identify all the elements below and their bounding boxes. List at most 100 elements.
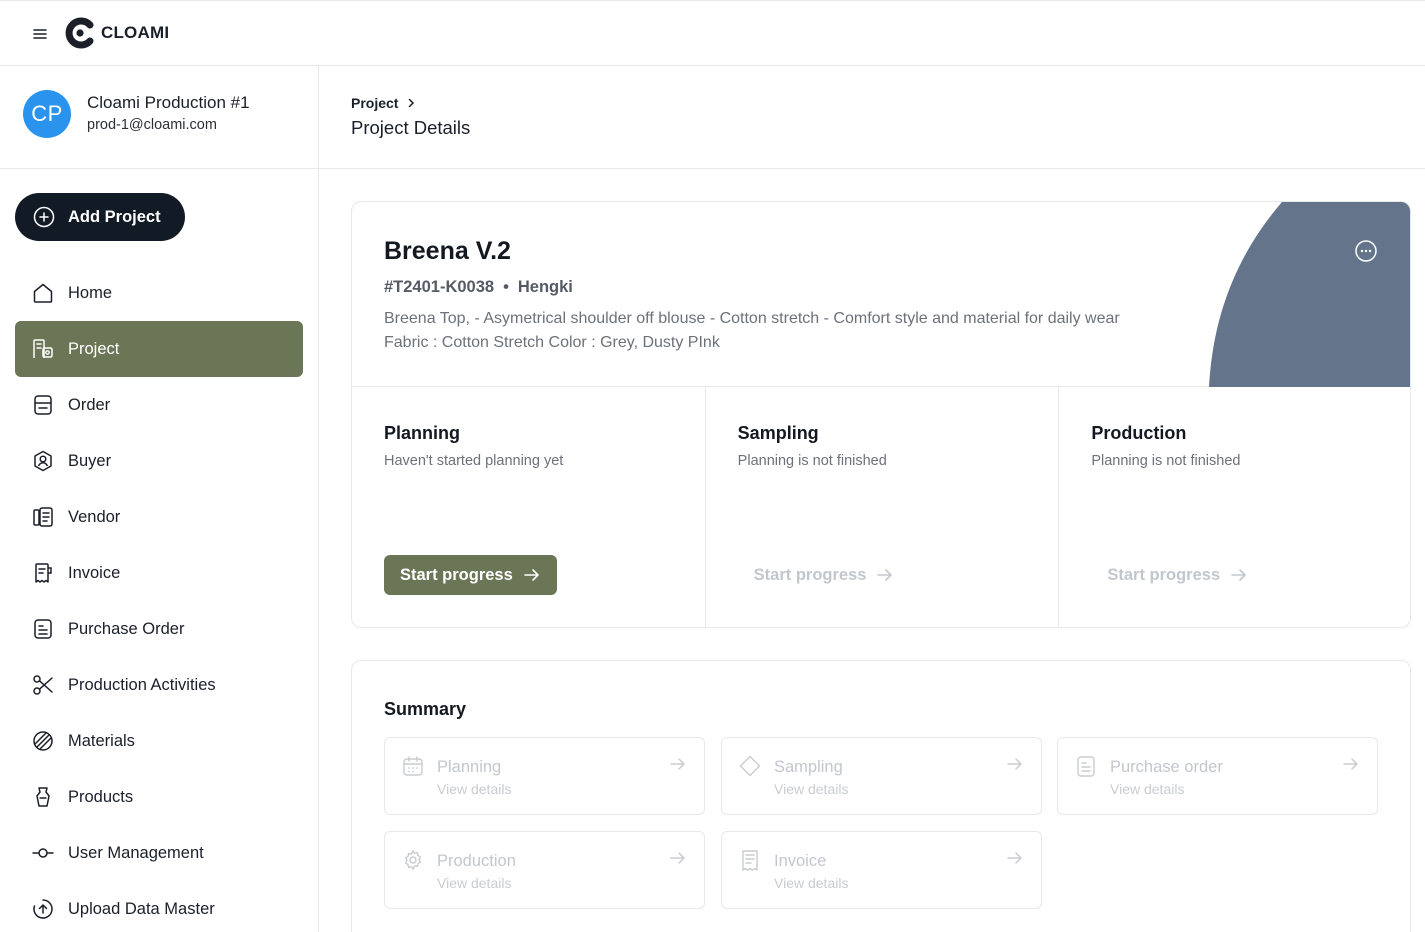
stage-planning: Planning Haven't started planning yet St… (352, 387, 705, 627)
project-description: Breena Top, - Asymetrical shoulder off b… (384, 310, 1120, 351)
stage-sampling: Sampling Planning is not finished Start … (704, 387, 1059, 627)
user-management-icon (32, 848, 54, 858)
stage-production: Production Planning is not finished Star… (1058, 387, 1410, 627)
tile-subtitle: View details (437, 781, 512, 797)
sidebar-item-materials[interactable]: Materials (15, 713, 303, 769)
home-icon (33, 283, 53, 303)
sidebar-item-label: Materials (68, 731, 135, 750)
stage-list: Planning Haven't started planning yet St… (352, 387, 1410, 627)
products-icon (36, 787, 50, 807)
gear-icon (404, 850, 422, 870)
buyer-icon (34, 450, 52, 472)
start-progress-label: Start progress (400, 565, 513, 584)
summary-section: Summary Planning View details Sampling V… (351, 660, 1411, 932)
sidebar-item-user-management[interactable]: User Management (15, 825, 303, 881)
start-progress-button[interactable]: Start progress (1091, 555, 1264, 595)
tile-subtitle: View details (774, 781, 849, 797)
summary-tile-sampling[interactable]: Sampling View details (721, 737, 1042, 815)
sidebar-item-products[interactable]: Products (15, 769, 303, 825)
add-project-button[interactable]: Add Project (15, 193, 185, 241)
stage-status: Planning is not finished (1091, 453, 1241, 469)
sidebar-item-project[interactable]: Project (15, 321, 303, 377)
tile-title: Planning (437, 758, 502, 776)
sidebar-item-production-activities[interactable]: Production Activities (15, 657, 303, 713)
tile-title: Production (437, 852, 516, 870)
sidebar-item-label: Purchase Order (68, 619, 185, 638)
project-code: #T2401-K0038 (384, 278, 495, 296)
sidebar-item-order[interactable]: Order (15, 377, 303, 433)
receipt-icon (742, 850, 758, 871)
sidebar-item-label: Vendor (68, 507, 121, 526)
project-meta: #T2401-K0038 • Hengki (384, 278, 573, 297)
sidebar-item-label: Order (68, 395, 111, 414)
stage-title: Sampling (737, 423, 819, 443)
arrow-right-icon (1007, 758, 1022, 770)
project-card: Breena V.2 #T2401-K0038 • Hengki Breena … (351, 201, 1411, 628)
tile-title: Sampling (774, 758, 843, 776)
tile-subtitle: View details (437, 875, 512, 891)
start-progress-label: Start progress (1107, 565, 1221, 584)
order-icon (34, 395, 52, 415)
avatar: CP (23, 90, 71, 138)
profile-name: Cloami Production #1 (87, 93, 250, 112)
breadcrumb: Project (351, 95, 416, 111)
materials-icon (33, 731, 53, 751)
sidebar-item-buyer[interactable]: Buyer (15, 433, 303, 489)
stage-status: Planning is not finished (737, 453, 887, 469)
sidebar-item-label: Buyer (68, 451, 112, 470)
plus-circle-icon (33, 206, 55, 228)
sidebar-item-label: Products (68, 787, 134, 806)
meta-separator: • (503, 278, 509, 296)
sidebar-item-label: Production Activities (68, 675, 216, 694)
more-options-icon[interactable] (1354, 239, 1378, 263)
page-header: Project Project Details (319, 66, 1425, 169)
arrow-right-icon (1007, 852, 1022, 864)
arrow-right-icon (877, 569, 893, 581)
invoice-icon (35, 563, 52, 583)
sidebar: CP Cloami Production #1 prod-1@cloami.co… (0, 66, 319, 932)
top-bar: CLOAMI (0, 0, 1425, 66)
sidebar-item-purchase-order[interactable]: Purchase Order (15, 601, 303, 657)
sidebar-item-label: Project (68, 339, 120, 358)
tile-subtitle: View details (774, 875, 849, 891)
sidebar-item-vendor[interactable]: Vendor (15, 489, 303, 545)
arrow-right-icon (1343, 758, 1358, 770)
summary-tile-production[interactable]: Production View details (384, 831, 705, 909)
summary-tile-invoice[interactable]: Invoice View details (721, 831, 1042, 909)
profile-card[interactable]: CP Cloami Production #1 prod-1@cloami.co… (0, 66, 318, 169)
decorative-shape (1209, 202, 1410, 387)
summary-tile-planning[interactable]: Planning View details (384, 737, 705, 815)
diamond-icon (739, 755, 761, 777)
chevron-right-icon (409, 98, 415, 108)
sidebar-item-invoice[interactable]: Invoice (15, 545, 303, 601)
sidebar-item-label: Home (68, 283, 113, 302)
arrow-right-icon (670, 758, 685, 770)
document-icon (1077, 756, 1095, 777)
hamburger-menu-icon[interactable] (30, 25, 50, 43)
page-title: Project Details (351, 117, 471, 138)
tile-title: Invoice (774, 852, 827, 870)
summary-title: Summary (384, 699, 467, 719)
logo-text: CLOAMI (101, 23, 170, 42)
sidebar-item-home[interactable]: Home (15, 265, 303, 321)
sidebar-item-upload-data-master[interactable]: Upload Data Master (15, 881, 303, 932)
project-name: Breena V.2 (384, 237, 511, 265)
sidebar-item-label: Upload Data Master (68, 899, 215, 918)
stage-title: Planning (384, 423, 460, 443)
project-info: Breena V.2 #T2401-K0038 • Hengki Breena … (352, 202, 1410, 387)
scissors-icon (33, 675, 53, 695)
start-progress-button[interactable]: Start progress (384, 555, 557, 595)
summary-tile-purchase-order[interactable]: Purchase order View details (1057, 737, 1378, 815)
calendar-icon (403, 756, 423, 776)
add-project-label: Add Project (68, 207, 161, 226)
purchase-order-icon (34, 619, 52, 639)
sidebar-item-label: Invoice (68, 563, 121, 582)
arrow-right-icon (523, 569, 539, 581)
logo[interactable]: CLOAMI (63, 16, 169, 50)
project-icon (33, 339, 53, 358)
start-progress-button[interactable]: Start progress (738, 555, 911, 595)
arrow-right-icon (1231, 569, 1246, 581)
breadcrumb-project-link[interactable]: Project (351, 95, 398, 111)
stage-status: Haven't started planning yet (384, 453, 564, 469)
project-owner: Hengki (517, 278, 573, 296)
